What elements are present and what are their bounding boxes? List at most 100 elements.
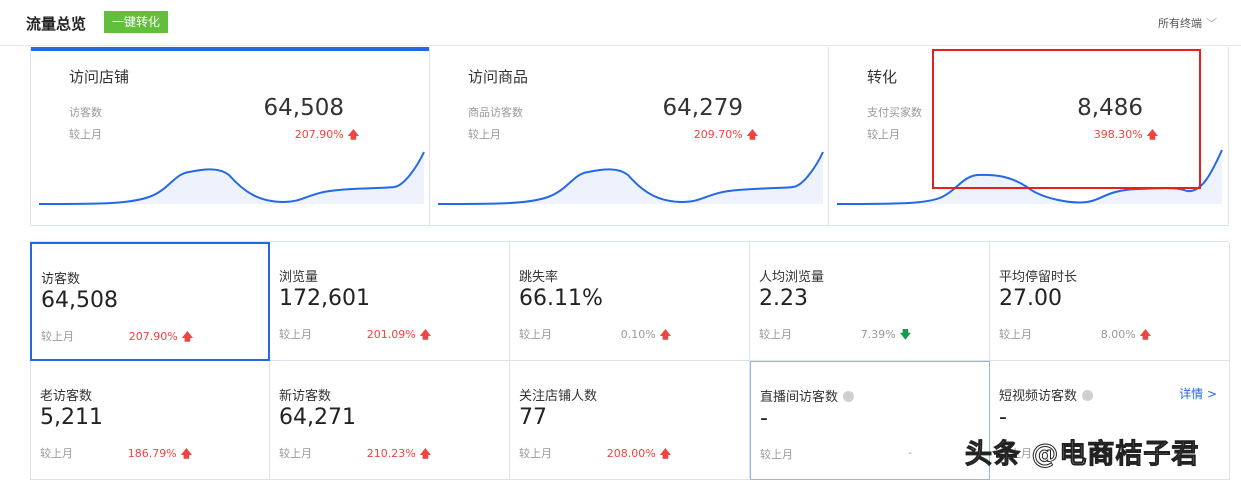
arrow-up-icon: 🡅 bbox=[746, 128, 758, 141]
change-value: - bbox=[908, 446, 912, 459]
metric-cell[interactable]: 直播间访客数 - 较上月 - bbox=[750, 361, 990, 480]
annotation-box bbox=[932, 49, 1201, 189]
metric-value: 2.23 bbox=[759, 286, 808, 311]
metric-cell[interactable]: 关注店铺人数 77 较上月 208.00% 🡅 bbox=[510, 361, 750, 480]
metric-value: 27.00 bbox=[999, 286, 1062, 311]
metric-label: 跳失率 bbox=[519, 266, 558, 285]
help-icon[interactable] bbox=[1082, 390, 1094, 401]
metric-label: 关注店铺人数 bbox=[519, 385, 597, 404]
metric-cell[interactable]: 平均停留时长 27.00 较上月 8.00% 🡅 bbox=[990, 242, 1230, 361]
change-value: 207.90% bbox=[128, 330, 178, 343]
card-visit-product[interactable]: 访问商品 商品访客数 较上月 64,279 209.70% 🡅 bbox=[430, 47, 829, 225]
compare-label: 较上月 bbox=[69, 128, 102, 141]
metric-label-text: 直播间访客数 bbox=[760, 390, 839, 405]
terminal-select-label: 所有终端 bbox=[1158, 17, 1202, 30]
metric-change: 208.00% 🡅 bbox=[603, 445, 671, 464]
arrow-up-icon: 🡅 bbox=[347, 128, 359, 141]
card-title: 转化 bbox=[867, 68, 898, 86]
arrow-up-icon: 🡅 bbox=[180, 447, 192, 460]
metric-value: - bbox=[999, 405, 1007, 430]
one-click-convert-button[interactable]: 一键转化 bbox=[104, 11, 169, 33]
metric-label: 短视频访客数 bbox=[999, 385, 1094, 404]
metric-label: 浏览量 bbox=[279, 266, 318, 285]
metric-label-text: 访客数 bbox=[41, 272, 81, 287]
metric-label: 人均浏览量 bbox=[759, 266, 824, 285]
metric-label-text: 人均浏览量 bbox=[759, 270, 825, 285]
metric-change: 0.10% 🡅 bbox=[603, 326, 671, 345]
compare-label: 较上月 bbox=[760, 448, 793, 461]
metric-label: 新访客数 bbox=[279, 385, 331, 404]
sparkline-chart bbox=[39, 151, 425, 205]
card-label: 商品访客数 bbox=[468, 106, 523, 119]
change-value: 8.00% bbox=[1100, 328, 1136, 341]
card-title: 访问店铺 bbox=[69, 68, 130, 86]
metric-label: 直播间访客数 bbox=[760, 386, 855, 405]
change-value: 208.00% bbox=[606, 447, 656, 460]
watermark: 头条 @电商桔子君 bbox=[964, 439, 1200, 471]
compare-label: 较上月 bbox=[519, 447, 552, 460]
arrow-up-icon: 🡅 bbox=[181, 330, 193, 343]
arrow-down-icon: 🡇 bbox=[899, 328, 911, 341]
card-visit-store[interactable]: 访问店铺 访客数 较上月 64,508 207.90% 🡅 bbox=[31, 47, 430, 225]
metric-change: 201.09% 🡅 bbox=[363, 326, 431, 345]
terminal-select[interactable]: 所有终端 ﹀ bbox=[1158, 15, 1217, 31]
metric-change: 8.00% 🡅 bbox=[1083, 326, 1151, 345]
metric-label-text: 老访客数 bbox=[40, 389, 93, 404]
metric-cell[interactable]: 人均浏览量 2.23 较上月 7.39% 🡇 bbox=[750, 242, 990, 361]
metric-label-text: 关注店铺人数 bbox=[519, 389, 598, 404]
card-title: 访问商品 bbox=[468, 68, 529, 86]
compare-label: 较上月 bbox=[40, 447, 73, 460]
metric-value: 172,601 bbox=[279, 286, 370, 311]
card-label: 支付买家数 bbox=[867, 106, 922, 119]
metric-label-text: 跳失率 bbox=[519, 270, 559, 285]
compare-label: 较上月 bbox=[867, 128, 900, 141]
metric-cell[interactable]: 跳失率 66.11% 较上月 0.10% 🡅 bbox=[510, 242, 750, 361]
sparkline-chart bbox=[438, 151, 824, 205]
change-value: 7.39% bbox=[860, 328, 896, 341]
metric-change: 210.23% 🡅 bbox=[363, 445, 431, 464]
metric-value: 64,271 bbox=[279, 405, 356, 430]
change-value: 201.09% bbox=[366, 328, 416, 341]
metric-value: - bbox=[760, 406, 768, 431]
arrow-up-icon: 🡅 bbox=[419, 447, 431, 460]
metric-value: 5,211 bbox=[40, 405, 103, 430]
card-value: 64,508 bbox=[263, 95, 344, 121]
metric-change: 7.39% 🡇 bbox=[843, 326, 911, 345]
card-value: 64,279 bbox=[662, 95, 743, 121]
metric-label: 访客数 bbox=[41, 268, 80, 287]
metric-label-text: 浏览量 bbox=[279, 270, 319, 285]
compare-label: 较上月 bbox=[41, 330, 74, 343]
compare-label: 较上月 bbox=[279, 447, 312, 460]
detail-link[interactable]: 详情 > bbox=[1179, 385, 1217, 402]
metric-value: 77 bbox=[519, 405, 547, 430]
metric-value: 66.11% bbox=[519, 286, 603, 311]
compare-label: 较上月 bbox=[519, 328, 552, 341]
card-change: 207.90% 🡅 bbox=[295, 126, 359, 145]
arrow-up-icon: 🡅 bbox=[1139, 328, 1151, 341]
change-value: 207.90% bbox=[294, 128, 344, 141]
metric-cell[interactable]: 浏览量 172,601 较上月 201.09% 🡅 bbox=[270, 242, 510, 361]
compare-label: 较上月 bbox=[468, 128, 501, 141]
metric-change: - bbox=[844, 446, 912, 459]
arrow-up-icon: 🡅 bbox=[419, 328, 431, 341]
card-label: 访客数 bbox=[69, 106, 102, 119]
metric-cell[interactable]: 访客数 64,508 较上月 207.90% 🡅 bbox=[30, 242, 270, 361]
metric-cell[interactable]: 新访客数 64,271 较上月 210.23% 🡅 bbox=[270, 361, 510, 480]
metric-label-text: 新访客数 bbox=[279, 389, 332, 404]
arrow-up-icon: 🡅 bbox=[659, 447, 671, 460]
compare-label: 较上月 bbox=[279, 328, 312, 341]
change-value: 0.10% bbox=[620, 328, 656, 341]
arrow-up-icon: 🡅 bbox=[659, 328, 671, 341]
compare-label: 较上月 bbox=[759, 328, 792, 341]
metric-value: 64,508 bbox=[41, 288, 118, 313]
metric-change: 186.79% 🡅 bbox=[124, 445, 192, 464]
metric-cell[interactable]: 老访客数 5,211 较上月 186.79% 🡅 bbox=[30, 361, 270, 480]
metric-change: 207.90% 🡅 bbox=[125, 328, 193, 347]
metric-label-text: 短视频访客数 bbox=[999, 389, 1078, 404]
change-value: 210.23% bbox=[366, 447, 416, 460]
card-change: 209.70% 🡅 bbox=[694, 126, 758, 145]
metric-label-text: 平均停留时长 bbox=[999, 270, 1078, 285]
header: 流量总览 一键转化 所有终端 ﹀ bbox=[0, 0, 1241, 46]
chevron-down-icon: ﹀ bbox=[1206, 17, 1217, 30]
help-icon[interactable] bbox=[843, 391, 855, 402]
